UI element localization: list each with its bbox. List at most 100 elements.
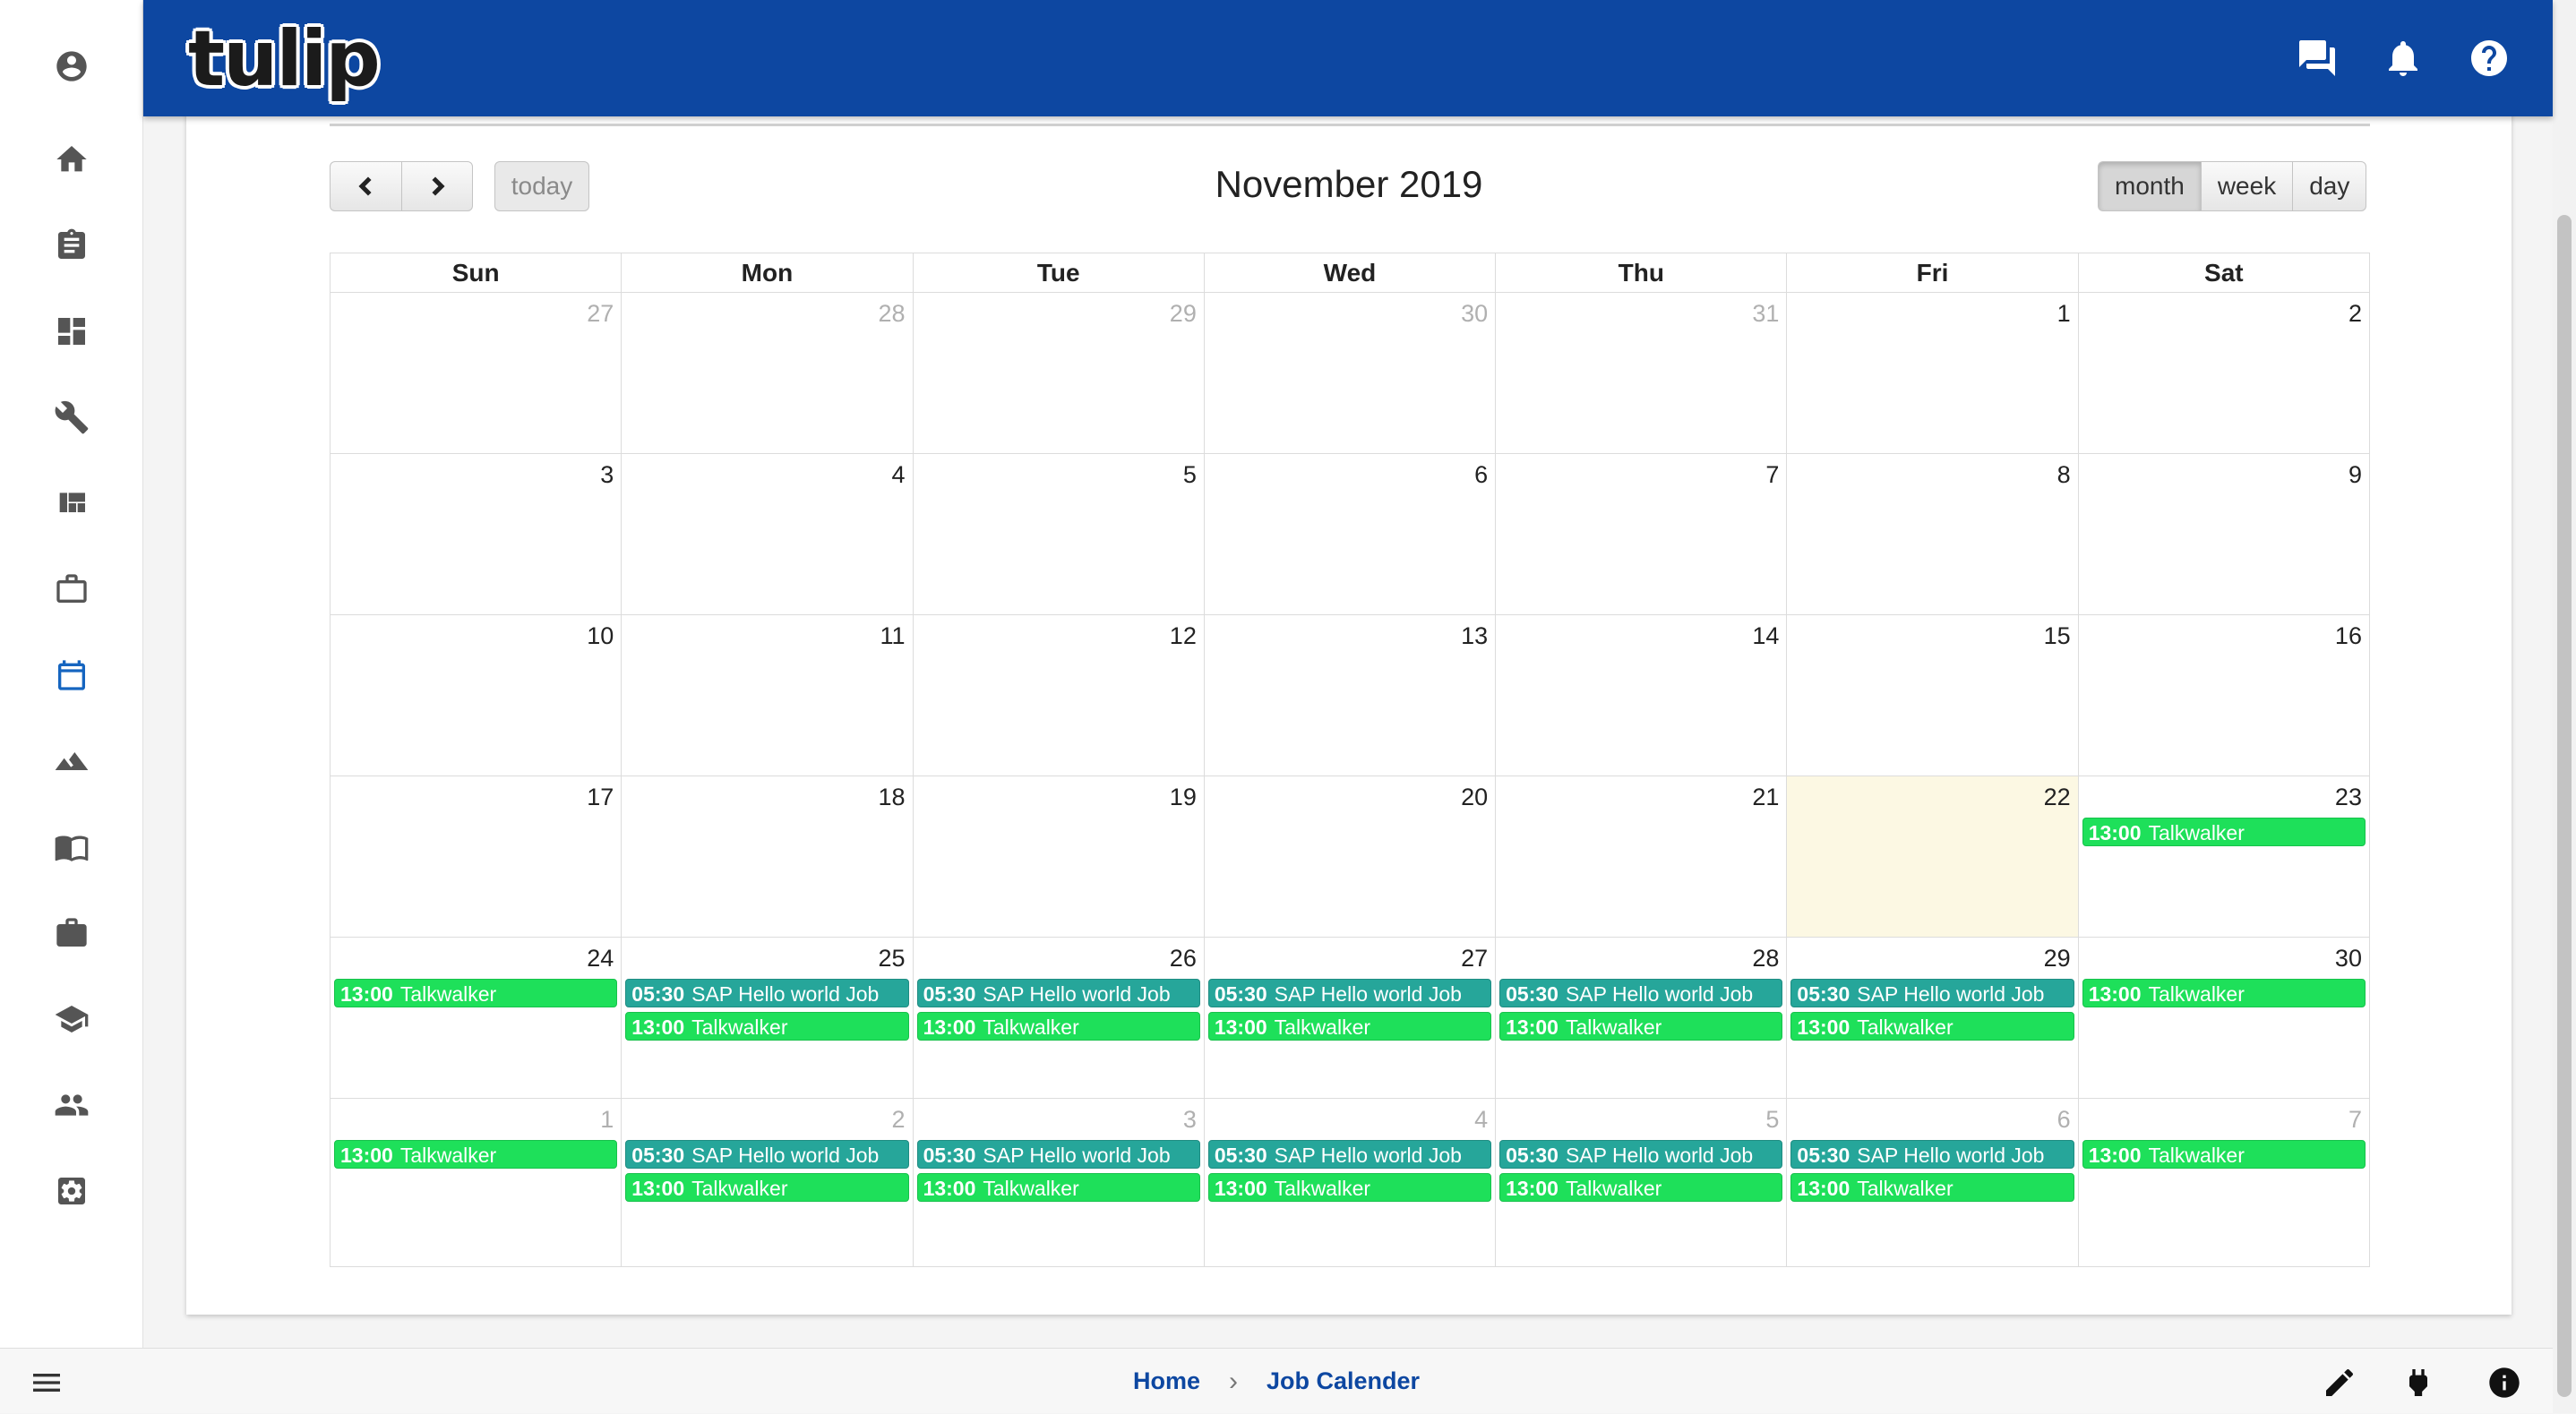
book-icon[interactable] — [50, 826, 93, 869]
day-cell[interactable]: 29 — [913, 293, 1205, 454]
event-sap-job[interactable]: 05:30 SAP Hello world Job — [916, 1140, 1200, 1169]
event-sap-job[interactable]: 05:30 SAP Hello world Job — [1499, 979, 1783, 1007]
event-talkwalker[interactable]: 13:00 Talkwalker — [2082, 1140, 2366, 1169]
day-cell[interactable]: 6 — [1204, 454, 1497, 615]
event-talkwalker[interactable]: 13:00 Talkwalker — [1499, 1173, 1783, 1202]
day-cell-today[interactable]: 22 — [1787, 776, 2079, 938]
event-sap-job[interactable]: 05:30 SAP Hello world Job — [1207, 979, 1492, 1007]
day-cell[interactable]: 1 13:00 Talkwalker — [331, 1099, 623, 1267]
settings-icon[interactable] — [50, 1170, 93, 1213]
day-cell[interactable]: 2 — [2078, 293, 2370, 454]
event-talkwalker[interactable]: 13:00 Talkwalker — [625, 1012, 909, 1041]
day-cell[interactable]: 3 05:30 SAP Hello world Job 13:00 Talkwalker — [913, 1099, 1205, 1267]
event-talkwalker[interactable]: 13:00 Talkwalker — [1790, 1173, 2074, 1202]
day-cell[interactable]: 8 — [1787, 454, 2079, 615]
day-cell[interactable]: 31 — [1496, 293, 1788, 454]
menu-icon[interactable] — [27, 1363, 66, 1402]
today-button[interactable]: today — [494, 161, 589, 211]
plug-icon[interactable] — [2397, 1361, 2440, 1404]
event-talkwalker[interactable]: 13:00 Talkwalker — [916, 1173, 1200, 1202]
day-cell[interactable]: 7 — [1496, 454, 1788, 615]
help-icon[interactable] — [2465, 34, 2513, 82]
day-cell[interactable]: 17 — [331, 776, 623, 938]
event-sap-job[interactable]: 05:30 SAP Hello world Job — [1499, 1140, 1783, 1169]
chat-icon[interactable] — [2293, 34, 2341, 82]
event-talkwalker[interactable]: 13:00 Talkwalker — [1207, 1173, 1492, 1202]
day-cell[interactable]: 11 — [622, 615, 914, 776]
day-cell[interactable]: 7 13:00 Talkwalker — [2078, 1099, 2370, 1267]
briefcase-icon[interactable] — [50, 912, 93, 955]
day-cell[interactable]: 15 — [1787, 615, 2079, 776]
work-outline-icon[interactable] — [50, 568, 93, 611]
landscape-icon[interactable] — [50, 740, 93, 783]
day-cell[interactable]: 3 — [331, 454, 623, 615]
day-cell[interactable]: 10 — [331, 615, 623, 776]
pencil-icon[interactable] — [2318, 1361, 2361, 1404]
clipboard-icon[interactable] — [50, 224, 93, 267]
day-cell[interactable]: 18 — [622, 776, 914, 938]
next-month-button[interactable] — [401, 161, 473, 211]
event-talkwalker[interactable]: 13:00 Talkwalker — [916, 1012, 1200, 1041]
day-cell[interactable]: 28 05:30 SAP Hello world Job 13:00 Talkwalke… — [1496, 938, 1788, 1099]
event-sap-job[interactable]: 05:30 SAP Hello world Job — [1790, 979, 2074, 1007]
event-talkwalker[interactable]: 13:00 Talkwalker — [334, 1140, 618, 1169]
bell-icon[interactable] — [2379, 34, 2427, 82]
people-icon[interactable] — [50, 1084, 93, 1127]
event-talkwalker[interactable]: 13:00 Talkwalker — [2082, 979, 2366, 1007]
day-cell[interactable]: 6 05:30 SAP Hello world Job 13:00 Talkwalker — [1787, 1099, 2079, 1267]
scrollbar-thumb[interactable] — [2557, 215, 2572, 1397]
wrench-icon[interactable] — [50, 396, 93, 439]
page-scrollbar[interactable] — [2553, 0, 2576, 1413]
view-day-button[interactable]: day — [2292, 161, 2367, 211]
event-sap-job[interactable]: 05:30 SAP Hello world Job — [625, 979, 909, 1007]
day-cell[interactable]: 13 — [1204, 615, 1497, 776]
event-talkwalker[interactable]: 13:00 Talkwalker — [1499, 1012, 1783, 1041]
home-icon[interactable] — [50, 138, 93, 181]
day-cell[interactable]: 26 05:30 SAP Hello world Job 13:00 Talkwalke… — [913, 938, 1205, 1099]
day-cell[interactable]: 30 — [1204, 293, 1497, 454]
event-sap-job[interactable]: 05:30 SAP Hello world Job — [1790, 1140, 2074, 1169]
day-cell[interactable]: 30 13:00 Talkwalker — [2078, 938, 2370, 1099]
calendar-icon[interactable] — [50, 654, 93, 697]
day-cell[interactable]: 2 05:30 SAP Hello world Job 13:00 Talkwalker — [622, 1099, 914, 1267]
day-cell[interactable]: 27 — [331, 293, 623, 454]
day-cell[interactable]: 16 — [2078, 615, 2370, 776]
day-cell[interactable]: 29 05:30 SAP Hello world Job 13:00 Talkwalke… — [1787, 938, 2079, 1099]
school-icon[interactable] — [50, 998, 93, 1041]
day-cell[interactable]: 14 — [1496, 615, 1788, 776]
day-cell[interactable]: 1 — [1787, 293, 2079, 454]
breadcrumb-home[interactable]: Home — [1133, 1367, 1200, 1395]
day-cell[interactable]: 25 05:30 SAP Hello world Job 13:00 Talkwalke… — [622, 938, 914, 1099]
day-cell[interactable]: 4 05:30 SAP Hello world Job 13:00 Talkwalker — [1204, 1099, 1497, 1267]
event-talkwalker[interactable]: 13:00 Talkwalker — [1207, 1012, 1492, 1041]
day-cell[interactable]: 24 13:00 Talkwalker — [331, 938, 623, 1099]
event-talkwalker[interactable]: 13:00 Talkwalker — [1790, 1012, 2074, 1041]
day-cell[interactable]: 23 13:00 Talkwalker — [2078, 776, 2370, 938]
view-month-button[interactable]: month — [2098, 161, 2201, 211]
event-time: 13:00 — [2088, 1144, 2142, 1167]
day-cell[interactable]: 5 05:30 SAP Hello world Job 13:00 Talkwalker — [1496, 1099, 1788, 1267]
event-talkwalker[interactable]: 13:00 Talkwalker — [2082, 818, 2366, 846]
tulip-logo[interactable]: tulip — [188, 14, 381, 104]
event-talkwalker[interactable]: 13:00 Talkwalker — [334, 979, 618, 1007]
day-cell[interactable]: 20 — [1204, 776, 1497, 938]
day-cell[interactable]: 4 — [622, 454, 914, 615]
dashboard-icon[interactable] — [50, 310, 93, 353]
day-cell[interactable]: 28 — [622, 293, 914, 454]
account-icon[interactable] — [50, 45, 93, 88]
day-cell[interactable]: 9 — [2078, 454, 2370, 615]
event-sap-job[interactable]: 05:30 SAP Hello world Job — [916, 979, 1200, 1007]
event-sap-job[interactable]: 05:30 SAP Hello world Job — [1207, 1140, 1492, 1169]
day-cell[interactable]: 27 05:30 SAP Hello world Job 13:00 Talkwalke… — [1204, 938, 1497, 1099]
prev-month-button[interactable] — [330, 161, 401, 211]
day-cell[interactable]: 5 — [913, 454, 1205, 615]
day-cell[interactable]: 19 — [913, 776, 1205, 938]
event-talkwalker[interactable]: 13:00 Talkwalker — [625, 1173, 909, 1202]
event-sap-job[interactable]: 05:30 SAP Hello world Job — [625, 1140, 909, 1169]
day-cell[interactable]: 21 — [1496, 776, 1788, 938]
breadcrumb-job-calender[interactable]: Job Calender — [1267, 1367, 1420, 1395]
view-week-button[interactable]: week — [2200, 161, 2293, 211]
quilt-icon[interactable] — [50, 482, 93, 525]
day-cell[interactable]: 12 — [913, 615, 1205, 776]
info-icon[interactable] — [2483, 1361, 2526, 1404]
